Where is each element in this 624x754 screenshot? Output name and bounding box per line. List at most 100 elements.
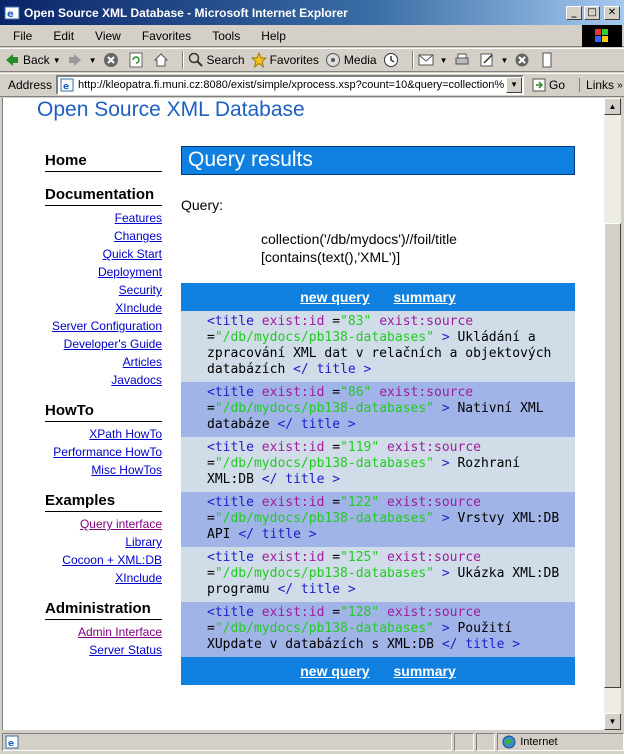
back-button[interactable]: Back ▼ xyxy=(4,50,61,70)
chevron-down-icon[interactable]: ▼ xyxy=(53,56,61,65)
sidebar-link-xpath-howto[interactable]: XPath HowTo xyxy=(45,426,162,442)
result-row: <title exist:id ="119" exist:source ="/d… xyxy=(181,437,575,492)
go-label: Go xyxy=(549,78,566,92)
mail-button[interactable]: ▼ xyxy=(418,50,448,70)
refresh-button[interactable] xyxy=(128,50,147,70)
toolbar-separator xyxy=(181,51,184,69)
vertical-scrollbar[interactable]: ▲ ▼ xyxy=(604,98,621,730)
favorites-star-icon xyxy=(250,52,267,68)
menu-tools[interactable]: Tools xyxy=(199,29,248,43)
go-arrow-icon xyxy=(532,78,546,92)
scroll-up-icon[interactable]: ▲ xyxy=(604,98,621,115)
sidebar-link-articles[interactable]: Articles xyxy=(45,354,162,370)
new-query-link[interactable]: new query xyxy=(300,289,369,305)
search-icon xyxy=(188,52,203,67)
maximize-button[interactable]: □ xyxy=(584,5,600,20)
status-text-area: e xyxy=(2,733,453,751)
sidebar-link-misc-howtos[interactable]: Misc HowTos xyxy=(45,462,162,478)
menu-help[interactable]: Help xyxy=(248,29,294,43)
site-title: Open Source XML Database xyxy=(37,98,305,121)
back-arrow-icon xyxy=(6,54,18,66)
favorites-button[interactable]: Favorites xyxy=(250,50,319,70)
refresh-icon xyxy=(129,52,143,68)
summary-link[interactable]: summary xyxy=(393,289,455,305)
links-button[interactable]: Links » xyxy=(579,78,623,92)
chevron-down-icon[interactable]: ▼ xyxy=(89,56,97,65)
media-icon xyxy=(325,53,340,67)
sidebar-link-xinclude[interactable]: XInclude xyxy=(45,300,162,316)
sidebar-link-changes[interactable]: Changes xyxy=(45,228,162,244)
address-label: Address xyxy=(8,78,53,92)
results-nav-bottom: new query summary xyxy=(181,657,575,685)
stop-button[interactable] xyxy=(103,50,122,70)
minimize-button[interactable]: _ xyxy=(566,5,582,20)
summary-link[interactable]: summary xyxy=(393,663,455,679)
discuss-button[interactable] xyxy=(514,50,533,70)
home-button[interactable] xyxy=(153,50,172,70)
sidebar-link-query-interface[interactable]: Query interface xyxy=(45,516,162,532)
windows-logo xyxy=(582,25,622,47)
print-button[interactable] xyxy=(454,50,473,70)
svg-text:e: e xyxy=(63,82,69,92)
result-row: <title exist:id ="125" exist:source ="/d… xyxy=(181,547,575,602)
media-button[interactable]: Media xyxy=(325,50,377,70)
search-label: Search xyxy=(206,53,245,67)
sidebar-link-quick-start[interactable]: Quick Start xyxy=(45,246,162,262)
menu-file[interactable]: File xyxy=(0,29,40,43)
forward-arrow-icon xyxy=(68,54,81,66)
forward-button[interactable]: ▼ xyxy=(67,50,97,70)
main-content: Query results Query: collection('/db/myd… xyxy=(181,146,575,685)
history-button[interactable] xyxy=(383,50,402,70)
query-label: Query: xyxy=(181,197,224,213)
home-icon xyxy=(153,53,168,67)
ie-icon: e xyxy=(4,6,20,20)
stop-icon xyxy=(103,53,118,67)
sidebar-link-features[interactable]: Features xyxy=(45,210,162,226)
sidebar-link-javadocs[interactable]: Javadocs xyxy=(45,372,162,388)
scroll-down-icon[interactable]: ▼ xyxy=(604,713,621,730)
chevron-right-icon: » xyxy=(617,79,623,91)
go-button[interactable]: Go xyxy=(532,78,565,92)
sidebar-link-security[interactable]: Security xyxy=(45,282,162,298)
menu-view[interactable]: View xyxy=(82,29,129,43)
query-expression: collection('/db/mydocs')//foil/title [co… xyxy=(261,231,457,265)
zone-label: Internet xyxy=(520,736,558,748)
close-button[interactable]: ✕ xyxy=(604,5,620,20)
page-content: Open Source XML Database Home Documentat… xyxy=(2,98,604,730)
svg-text:e: e xyxy=(8,739,14,749)
menu-favorites[interactable]: Favorites xyxy=(129,29,199,43)
favorites-label: Favorites xyxy=(269,53,319,67)
result-row: <title exist:id ="86" exist:source ="/db… xyxy=(181,382,575,437)
sidebar-link-developers-guide[interactable]: Developer's Guide xyxy=(45,336,162,352)
scrollbar-thumb[interactable] xyxy=(604,223,621,688)
status-cell xyxy=(454,733,474,751)
window-title: Open Source XML Database - Microsoft Int… xyxy=(24,5,348,20)
search-button[interactable]: Search xyxy=(188,50,245,70)
sidebar-link-cocoon-xmldb[interactable]: Cocoon + XML:DB xyxy=(45,552,162,568)
windows-flag-icon xyxy=(595,29,608,42)
address-url: http://kleopatra.fi.muni.cz:8080/exist/s… xyxy=(78,79,505,91)
links-label: Links xyxy=(586,78,615,92)
page-icon: e xyxy=(60,78,74,92)
sidebar-link-examples-xinclude[interactable]: XInclude xyxy=(45,570,162,586)
edit-button[interactable]: ▼ xyxy=(479,50,509,70)
discuss-icon xyxy=(515,53,529,67)
sidebar-heading-documentation: Documentation xyxy=(45,186,162,206)
chevron-down-icon[interactable]: ▼ xyxy=(440,56,448,65)
svg-text:e: e xyxy=(7,9,14,20)
sidebar-link-performance-howto[interactable]: Performance HowTo xyxy=(45,444,162,460)
history-icon xyxy=(383,53,398,67)
sidebar-link-admin-interface[interactable]: Admin Interface xyxy=(45,624,162,640)
menu-edit[interactable]: Edit xyxy=(40,29,82,43)
mail-icon xyxy=(418,54,434,66)
sidebar-link-server-status[interactable]: Server Status xyxy=(45,642,162,658)
address-input[interactable]: e http://kleopatra.fi.muni.cz:8080/exist… xyxy=(56,75,525,95)
chevron-down-icon[interactable]: ▼ xyxy=(501,56,509,65)
sidebar-home[interactable]: Home xyxy=(45,152,162,172)
new-query-link[interactable]: new query xyxy=(300,663,369,679)
messenger-button[interactable] xyxy=(539,50,558,70)
address-dropdown-icon[interactable]: ▼ xyxy=(506,77,523,93)
sidebar-link-server-configuration[interactable]: Server Configuration xyxy=(45,318,162,334)
sidebar-link-library[interactable]: Library xyxy=(45,534,162,550)
sidebar-link-deployment[interactable]: Deployment xyxy=(45,264,162,280)
